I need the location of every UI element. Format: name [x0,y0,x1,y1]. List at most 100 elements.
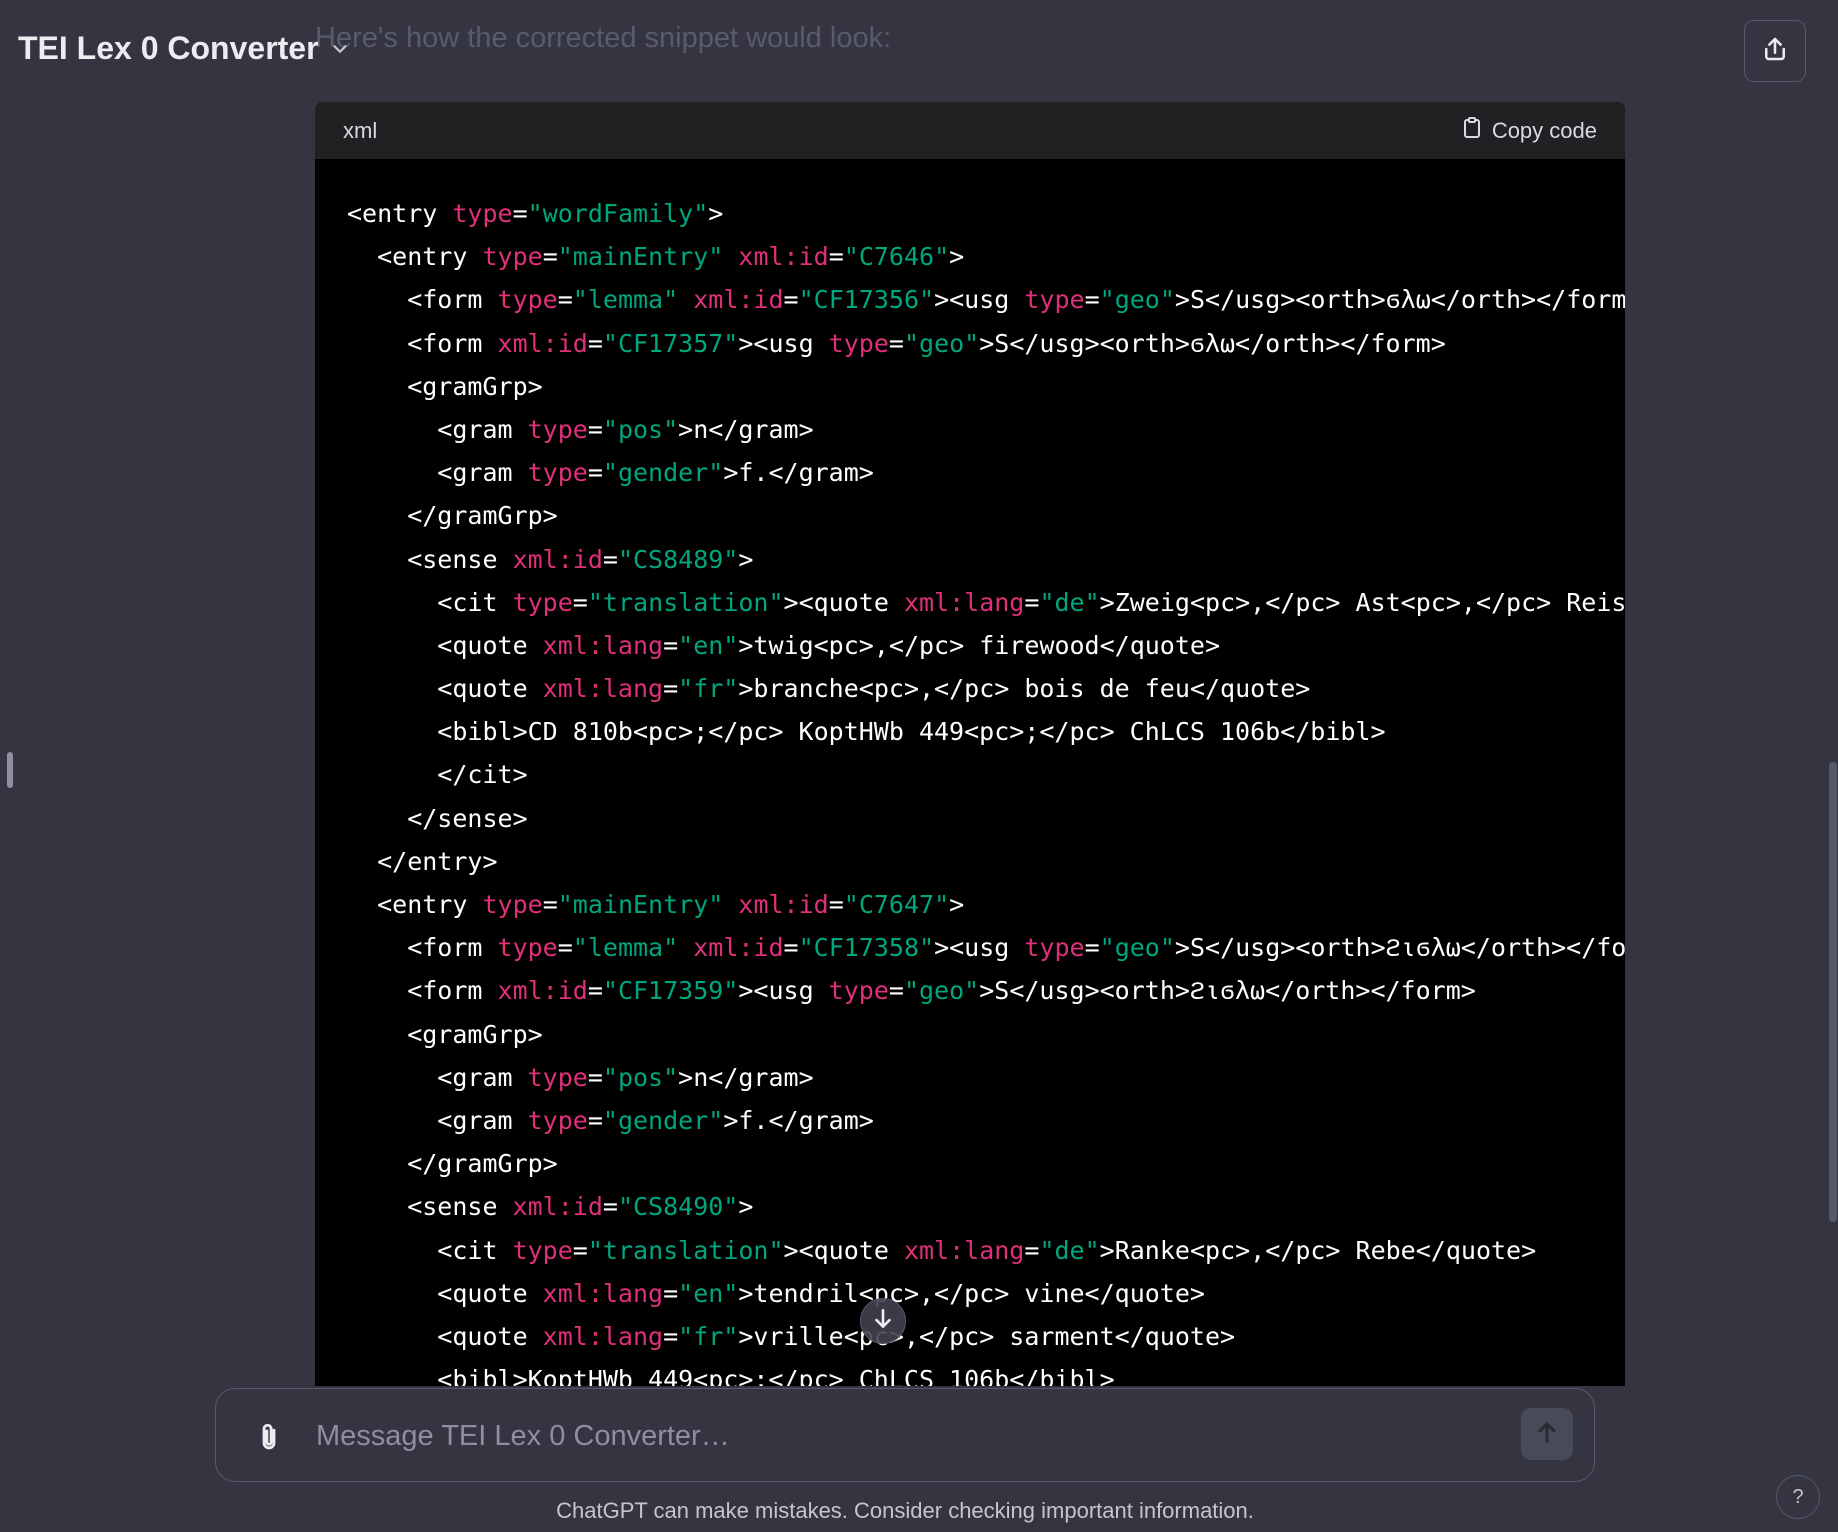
code-tag: >S</usg><orth>ϭλω</orth></form [1174,285,1625,315]
code-attribute: xml:lang [542,674,664,704]
arrow-up-icon [1533,1418,1561,1451]
code-value: "translation" [587,1235,784,1265]
code-attribute: xml:lang [903,587,1025,617]
send-button[interactable] [1521,1408,1573,1460]
code-tag: >n</gram> [678,414,814,444]
code-line: <bibl>CD 810b<pc>;</pc> KoptHWb 449<pc>;… [347,710,1625,753]
code-value: "CF17357" [602,328,739,358]
code-line: </gramGrp> [347,1142,1625,1185]
copy-code-label: Copy code [1491,117,1597,143]
code-tag: ><usg [738,976,829,1006]
code-tag: = [512,199,528,228]
code-value: "CF17359" [602,976,739,1006]
code-tag: <sense [347,544,513,574]
code-tag: = [542,890,558,919]
code-tag: = [587,1062,603,1092]
sidebar-toggle-handle[interactable] [7,752,13,788]
code-line: </gramGrp> [347,494,1625,537]
code-line: <gram type="gender">f.</gram> [347,451,1625,494]
code-line: <entry type="wordFamily"> [347,192,1625,235]
code-line: <gram type="gender">f.</gram> [347,1099,1625,1142]
chevron-down-icon [329,38,351,60]
code-tag: = [783,933,799,963]
code-tag: = [888,328,904,358]
code-tag: > [738,544,754,574]
help-button[interactable]: ? [1776,1475,1820,1519]
code-tag: <quote [347,674,543,704]
code-tag [723,890,738,919]
code-tag: = [572,587,588,617]
code-tag: <quote [347,630,543,660]
code-tag: >f.</gram> [723,1105,874,1135]
code-value: "mainEntry" [557,890,724,919]
code-tag: </gramGrp> [347,1149,558,1179]
code-tag: = [663,674,679,704]
code-tag: <quote [347,1278,543,1308]
code-attribute: xml:id [512,544,603,574]
message-input[interactable] [314,1409,1418,1463]
page-scrollbar[interactable] [1829,762,1837,1222]
code-line: <gram type="pos">n</gram> [347,1056,1625,1099]
gpt-title: TEI Lex 0 Converter [18,30,319,66]
code-line: <entry type="mainEntry" xml:id="C7647"> [347,883,1625,926]
code-tag: >S</usg><orth>ϩιϭλω</orth></form> [979,976,1476,1006]
code-attribute: type [452,199,513,228]
model-selector[interactable]: TEI Lex 0 Converter [18,30,351,67]
code-tag: = [557,933,573,963]
code-tag: >S</usg><orth>ϭλω</orth></form> [979,328,1446,358]
code-value: "fr" [678,674,739,704]
copy-code-button[interactable]: Copy code [1460,116,1597,146]
code-tag: <form [347,976,498,1006]
code-line: <gram type="pos">n</gram> [347,408,1625,451]
code-tag: >Ranke<pc>,</pc> Rebe</quote> [1099,1235,1537,1265]
code-value: "de" [1039,587,1100,617]
code-tag: <gram [347,458,528,488]
code-tag: = [587,328,603,358]
code-tag: = [587,458,603,488]
code-tag: <gramGrp> [347,371,543,401]
code-value: "CF17356" [798,285,935,315]
disclaimer-text: ChatGPT can make mistakes. Consider chec… [556,1498,1254,1523]
code-tag: <form [347,328,498,358]
code-tag: ><usg [934,933,1025,963]
code-value: "geo" [903,976,980,1006]
clipboard-icon [1460,116,1484,146]
code-tag: = [888,976,904,1006]
code-tag: = [663,1278,679,1308]
code-tag: <entry [347,890,483,919]
code-tag: <bibl>KoptHWb 449<pc>;</pc> ChLCS 106b</… [347,1365,1115,1386]
code-tag: >branche<pc>,</pc> bois de feu</quote> [738,674,1311,704]
code-tag [678,933,693,962]
code-attribute: type [527,1105,588,1135]
arrow-down-icon [870,1306,896,1337]
code-attribute: xml:lang [542,630,664,660]
code-attribute: type [828,976,889,1006]
code-attribute: type [512,1235,573,1265]
code-attribute: xml:id [738,242,829,272]
paperclip-icon[interactable] [252,1419,286,1457]
code-line: <form xml:id="CF17359"><usg type="geo">S… [347,969,1625,1012]
code-line: </cit> [347,753,1625,796]
code-tag: = [828,890,844,919]
scroll-to-bottom-button[interactable] [860,1298,906,1344]
code-attribute: xml:id [693,285,784,315]
code-line: <quote xml:lang="fr">branche<pc>,</pc> b… [347,667,1625,710]
code-tag: <gram [347,414,528,444]
code-line: <cit type="translation"><quote xml:lang=… [347,581,1625,624]
code-tag: = [587,1105,603,1135]
code-line: <quote xml:lang="en">twig<pc>,</pc> fire… [347,624,1625,667]
code-attribute: type [527,1062,588,1092]
code-tag: <gram [347,1105,528,1135]
code-tag: ><usg [934,285,1025,315]
code-attribute: type [527,414,588,444]
code-tag: <entry [347,242,483,272]
share-button[interactable] [1744,20,1806,82]
code-tag: = [557,285,573,315]
code-attribute: type [1024,285,1085,315]
code-line: <gramGrp> [347,365,1625,408]
code-attribute: type [828,328,889,358]
code-tag: ><quote [783,587,904,617]
code-value: "geo" [1099,285,1175,315]
code-attribute: xml:lang [542,1278,664,1308]
code-tag [723,242,738,271]
